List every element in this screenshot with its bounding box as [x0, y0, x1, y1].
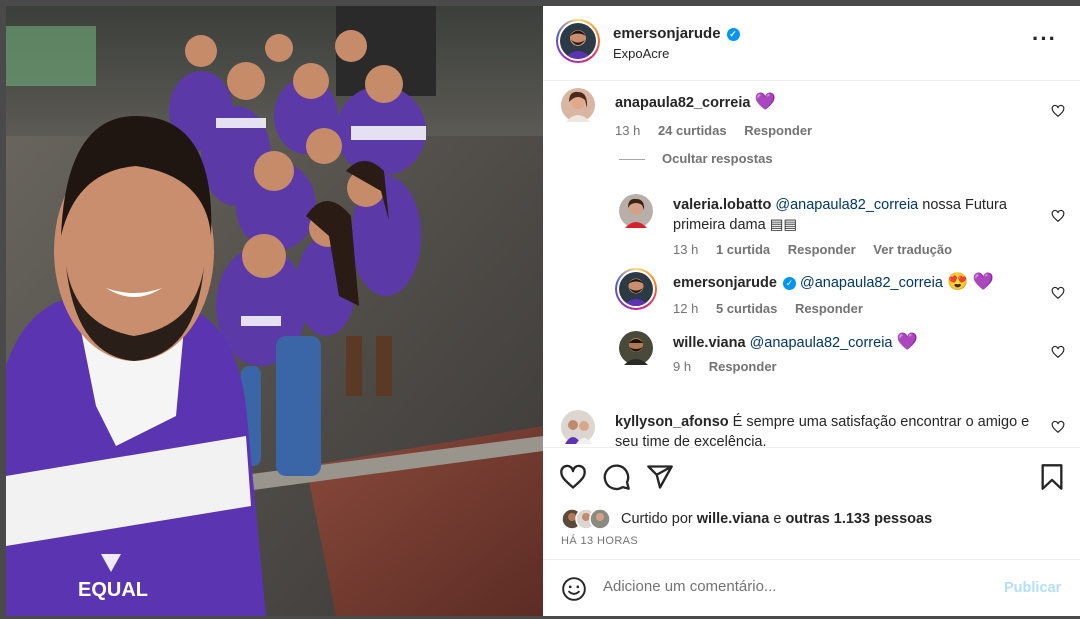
comment-avatar[interactable] [561, 410, 595, 446]
reply-meta: 12 h 5 curtidas Responder [673, 301, 877, 316]
reply-likes-count[interactable]: 5 curtidas [716, 301, 777, 316]
liked-by-conjunction: e [769, 511, 786, 527]
reply-mention[interactable]: @anapaula82_correia [800, 275, 943, 291]
comment-username[interactable]: kyllyson_afonso [615, 414, 729, 430]
reply-username[interactable]: wille.viana [673, 335, 746, 351]
comment-like-heart-icon[interactable] [1051, 420, 1065, 434]
comment-input[interactable] [603, 578, 983, 595]
reply-avatar[interactable] [619, 194, 653, 233]
reply-time[interactable]: 13 h [673, 242, 698, 257]
more-options-icon[interactable]: ··· [1032, 28, 1057, 50]
reply-like-heart-icon[interactable] [1051, 345, 1065, 359]
group-selfie-image: EQUAL [6, 6, 543, 616]
reply-reply-button[interactable]: Responder [709, 359, 777, 374]
reply-username[interactable]: emersonjarude [673, 275, 777, 291]
publish-button[interactable]: Publicar [1004, 580, 1061, 596]
post-location[interactable]: ExpoAcre [613, 46, 669, 61]
reply-avatar[interactable] [619, 272, 653, 306]
reply-avatar[interactable] [619, 331, 653, 370]
reply-body: wille.viana @anapaula82_correia 💜 [673, 332, 1043, 353]
save-bookmark-icon[interactable] [1038, 463, 1066, 491]
post-time-ago[interactable]: HÁ 13 HORAS [561, 535, 638, 547]
hide-replies-button[interactable]: Ocultar respostas [662, 151, 773, 166]
reply-reply-button[interactable]: Responder [795, 301, 863, 316]
reply-mention[interactable]: @anapaula82_correia [750, 335, 893, 351]
liked-by-prefix: Curtido por [621, 511, 697, 527]
comment-username[interactable]: anapaula82_correia [615, 95, 750, 111]
comment-meta: 13 h 24 curtidas Responder [615, 123, 826, 138]
reply-time[interactable]: 9 h [673, 359, 691, 374]
emoji-icon[interactable] [561, 576, 587, 602]
reply-emoji: 💜 [896, 332, 918, 351]
comment-avatar[interactable] [561, 88, 595, 127]
reply-body: emersonjarude ✓ @anapaula82_correia 😍 💜 [673, 272, 1043, 293]
liked-by-user[interactable]: wille.viana [697, 511, 770, 527]
reply-emoji: ▤▤ [769, 217, 798, 233]
share-send-icon[interactable] [646, 463, 674, 491]
author-username[interactable]: emersonjarude [613, 25, 721, 42]
reply-body: valeria.lobatto @anapaula82_correia noss… [673, 195, 1033, 235]
comment-reply-button[interactable]: Responder [744, 123, 812, 138]
brand-logo-text: EQUAL [78, 579, 148, 601]
post-photo[interactable]: EQUAL [6, 6, 543, 616]
verified-badge-icon: ✓ [726, 28, 740, 41]
author-avatar[interactable] [560, 23, 596, 59]
instagram-post-window: EQUAL emersonjarude ✓ ExpoAcre ··· anapau… [0, 0, 1080, 619]
author-username-row: emersonjarude ✓ [613, 25, 740, 42]
like-heart-icon[interactable] [559, 463, 587, 491]
post-details-panel: emersonjarude ✓ ExpoAcre ··· anapaula82_c… [543, 6, 1080, 616]
reply-like-heart-icon[interactable] [1051, 209, 1065, 223]
liked-by-avatars[interactable] [561, 508, 623, 530]
liked-by-text: Curtido por wille.viana e outras 1.133 p… [621, 511, 932, 527]
post-header: emersonjarude ✓ ExpoAcre ··· [543, 6, 1080, 81]
hide-replies-divider [619, 159, 645, 160]
liked-by-others[interactable]: outras 1.133 pessoas [785, 511, 932, 527]
comment-like-heart-icon[interactable] [1051, 104, 1065, 118]
reply-reply-button[interactable]: Responder [788, 242, 856, 257]
reply-like-heart-icon[interactable] [1051, 286, 1065, 300]
comment-bubble-icon[interactable] [603, 463, 631, 491]
reply-time[interactable]: 12 h [673, 301, 698, 316]
reply-mention[interactable]: @anapaula82_correia [775, 197, 918, 213]
comment-time[interactable]: 13 h [615, 123, 640, 138]
comment-likes-count[interactable]: 24 curtidas [658, 123, 727, 138]
comment-composer: Publicar [543, 559, 1080, 616]
comment-body: kyllyson_afonso É sempre uma satisfação … [615, 412, 1035, 446]
reply-meta: 13 h 1 curtida Responder Ver tradução [673, 242, 966, 257]
post-actions-bar: Curtido por wille.viana e outras 1.133 p… [543, 447, 1080, 557]
comment-body: anapaula82_correia 💜 [615, 92, 1035, 113]
verified-badge-icon: ✓ [782, 277, 796, 290]
reply-emoji: 😍 💜 [946, 272, 994, 291]
reply-likes-count[interactable]: 1 curtida [716, 242, 770, 257]
translate-button[interactable]: Ver tradução [873, 242, 952, 257]
reply-username[interactable]: valeria.lobatto [673, 197, 771, 213]
comments-list[interactable]: anapaula82_correia 💜 13 h 24 curtidas Re… [543, 82, 1080, 446]
comment-emoji: 💜 [754, 92, 776, 111]
reply-meta: 9 h Responder [673, 359, 791, 374]
